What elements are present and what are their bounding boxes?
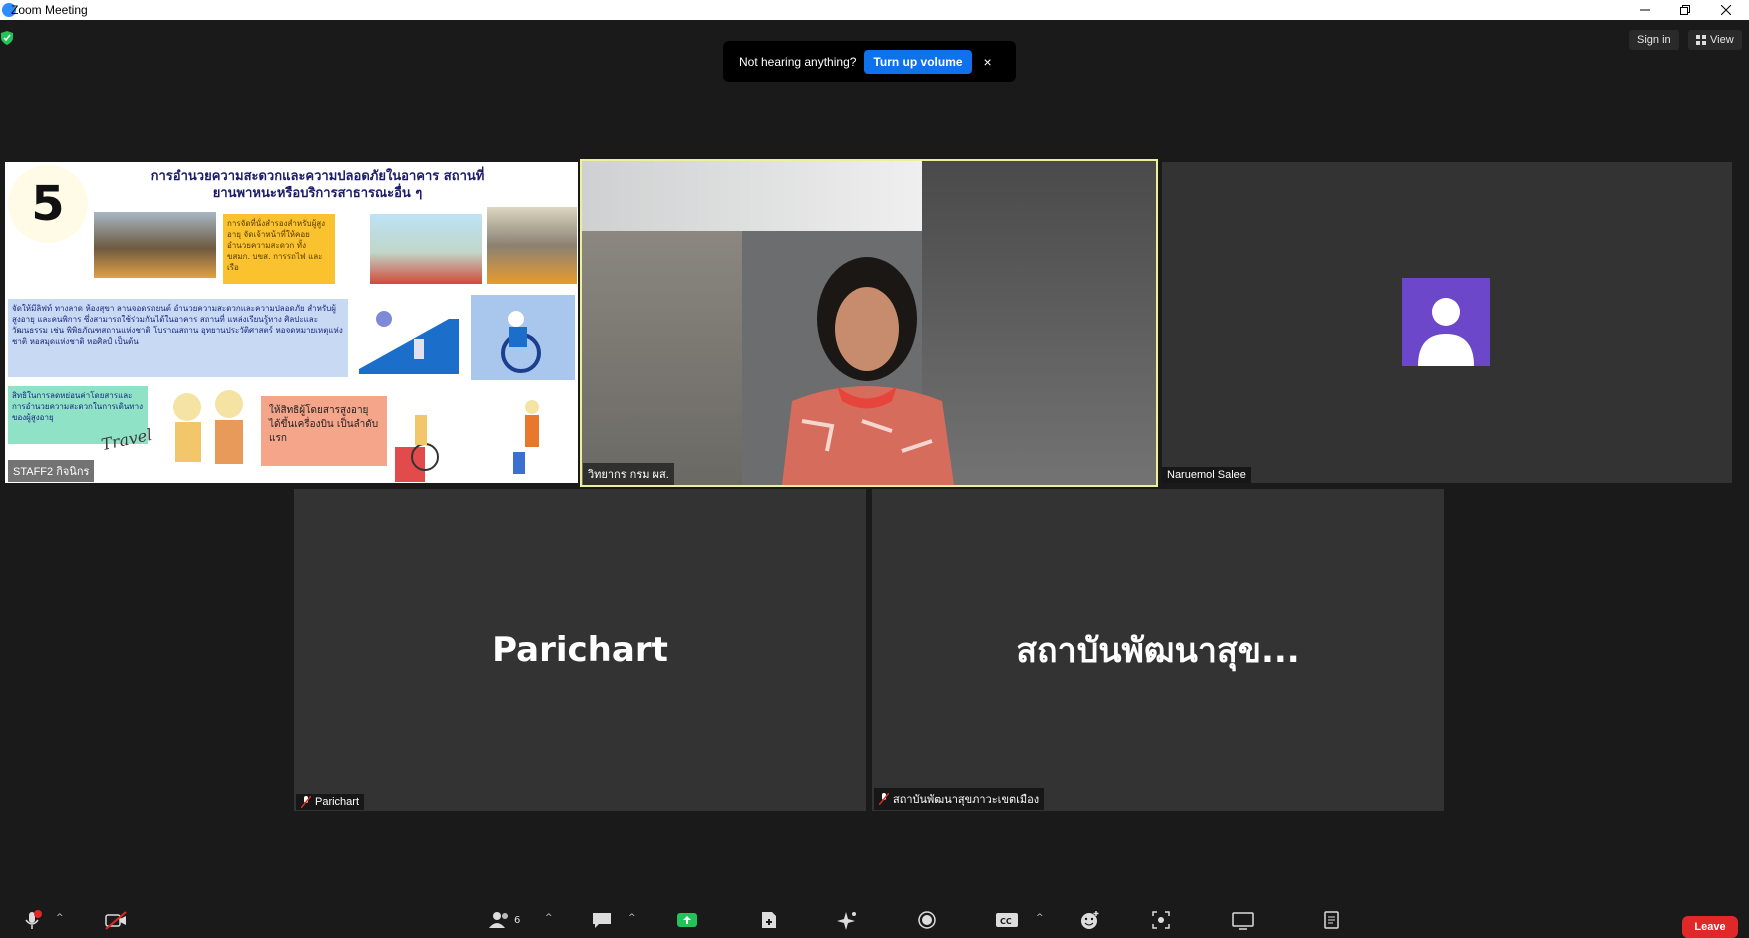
nametag-label: STAFF2 กิจนิกร (13, 466, 90, 478)
record-icon[interactable] (917, 910, 937, 930)
meeting-toolbar (0, 903, 1749, 935)
video-off-icon[interactable] (104, 910, 128, 930)
audio-toast: Not hearing anything? Turn up volume × (723, 41, 1016, 82)
mic-muted-icon (301, 796, 311, 808)
notes-icon[interactable] (1323, 910, 1341, 930)
screen-share-tile[interactable]: 5 การอำนวยความสะดวกและความปลอดภัยในอาคาร… (5, 162, 578, 483)
ai-companion-icon[interactable] (836, 910, 858, 930)
participant-nametag: STAFF2 กิจนิกร (8, 460, 95, 482)
video-background-window (582, 161, 942, 231)
window-title: Zoom Meeting (11, 3, 88, 17)
slide-box-airplane: ให้สิทธิผู้โดยสารสูงอายุ ได้ขึ้นเครื่องบ… (261, 396, 387, 466)
chat-icon[interactable] (591, 910, 613, 930)
participants-count: 6 (514, 914, 521, 926)
sign-in-label: Sign in (1637, 34, 1671, 46)
train-interior-photo (487, 207, 577, 284)
wheelchair-illustration (471, 295, 575, 380)
slide-number: 5 (8, 165, 88, 243)
whiteboard-icon[interactable] (1232, 910, 1254, 930)
nametag-label: Naruemol Salee (1167, 469, 1246, 481)
turn-up-volume-button[interactable]: Turn up volume (864, 49, 972, 74)
mic-muted-icon (879, 793, 889, 805)
minimize-icon[interactable] (1626, 0, 1664, 20)
sign-in-button[interactable]: Sign in (1629, 30, 1679, 50)
chat-options-caret[interactable]: ^ (628, 913, 636, 923)
immersive-view-icon[interactable] (1151, 910, 1171, 930)
mic-options-caret[interactable]: ^ (56, 913, 64, 923)
captions-options-caret[interactable]: ^ (1036, 913, 1044, 923)
captions-icon[interactable]: CC (995, 910, 1019, 930)
speaker-person (782, 257, 954, 485)
elderly-couple-illustration (173, 390, 243, 464)
person-avatar-icon (1418, 298, 1474, 366)
view-label: View (1710, 34, 1734, 46)
participant-tile-naruemol[interactable]: Naruemol Salee (1162, 162, 1732, 483)
participant-display-name: Parichart (492, 630, 668, 670)
security-shield-icon[interactable] (1, 31, 13, 45)
participant-nametag: สถาบันพัฒนาสุขภาวะเขตเมือง (874, 788, 1045, 810)
participants-options-caret[interactable]: ^ (545, 913, 553, 923)
participants-icon[interactable]: 6 (488, 910, 520, 930)
video-background-left (582, 231, 742, 485)
nametag-label: สถาบันพัฒนาสุขภาวะเขตเมือง (893, 794, 1040, 806)
restore-icon[interactable] (1666, 0, 1704, 20)
participant-nametag: วิทยากร กรม ผส. (583, 463, 674, 485)
participant-nametag: Parichart (296, 794, 365, 810)
slide-box-facilities: จัดให้มีลิฟท์ ทางลาด ห้องสุขา ลานจอดรถยน… (8, 299, 348, 377)
ramp-illustration (359, 311, 459, 374)
participant-tile-parichart[interactable]: Parichart Parichart (294, 489, 866, 811)
reactions-icon[interactable] (1079, 910, 1101, 930)
slide-title-line2: ยานพาหนะหรือบริการสาธารณะอื่น ๆ (212, 186, 423, 201)
active-speaker-video-tile[interactable]: วิทยากร กรม ผส. (580, 159, 1158, 487)
svg-text:CC: CC (1000, 917, 1012, 926)
slide-title-line1: การอำนวยความสะดวกและความปลอดภัยในอาคาร ส… (150, 169, 485, 184)
bus-interior-photo (370, 214, 482, 284)
grid-icon (1696, 35, 1706, 45)
slide-title: การอำนวยความสะดวกและความปลอดภัยในอาคาร ส… (120, 168, 515, 202)
window-titlebar: Zoom Meeting (0, 0, 1749, 20)
apps-icon[interactable] (759, 910, 779, 930)
toast-message: Not hearing anything? (739, 54, 857, 69)
view-button[interactable]: View (1688, 30, 1742, 50)
leave-label: Leave (1694, 921, 1726, 933)
avatar (1402, 278, 1490, 366)
participant-display-name: สถาบันพัฒนาสุข... (1016, 631, 1300, 671)
train-seats-photo (94, 212, 216, 278)
airport-illustration (395, 400, 539, 482)
nametag-label: วิทยากร กรม ผส. (588, 469, 669, 481)
participant-tile-institute[interactable]: สถาบันพัฒนาสุข... สถาบันพัฒนาสุขภาวะเขตเ… (872, 489, 1444, 811)
close-icon[interactable] (1707, 0, 1745, 20)
toast-close-icon[interactable]: × (984, 54, 992, 70)
slide-box-seats: การจัดที่นั่งสำรองสำหรับผู้สูงอายุ จัดเจ… (223, 214, 335, 284)
nametag-label: Parichart (315, 796, 360, 808)
participant-nametag: Naruemol Salee (1162, 467, 1251, 483)
microphone-icon[interactable] (22, 910, 42, 930)
share-screen-icon[interactable] (676, 910, 698, 930)
